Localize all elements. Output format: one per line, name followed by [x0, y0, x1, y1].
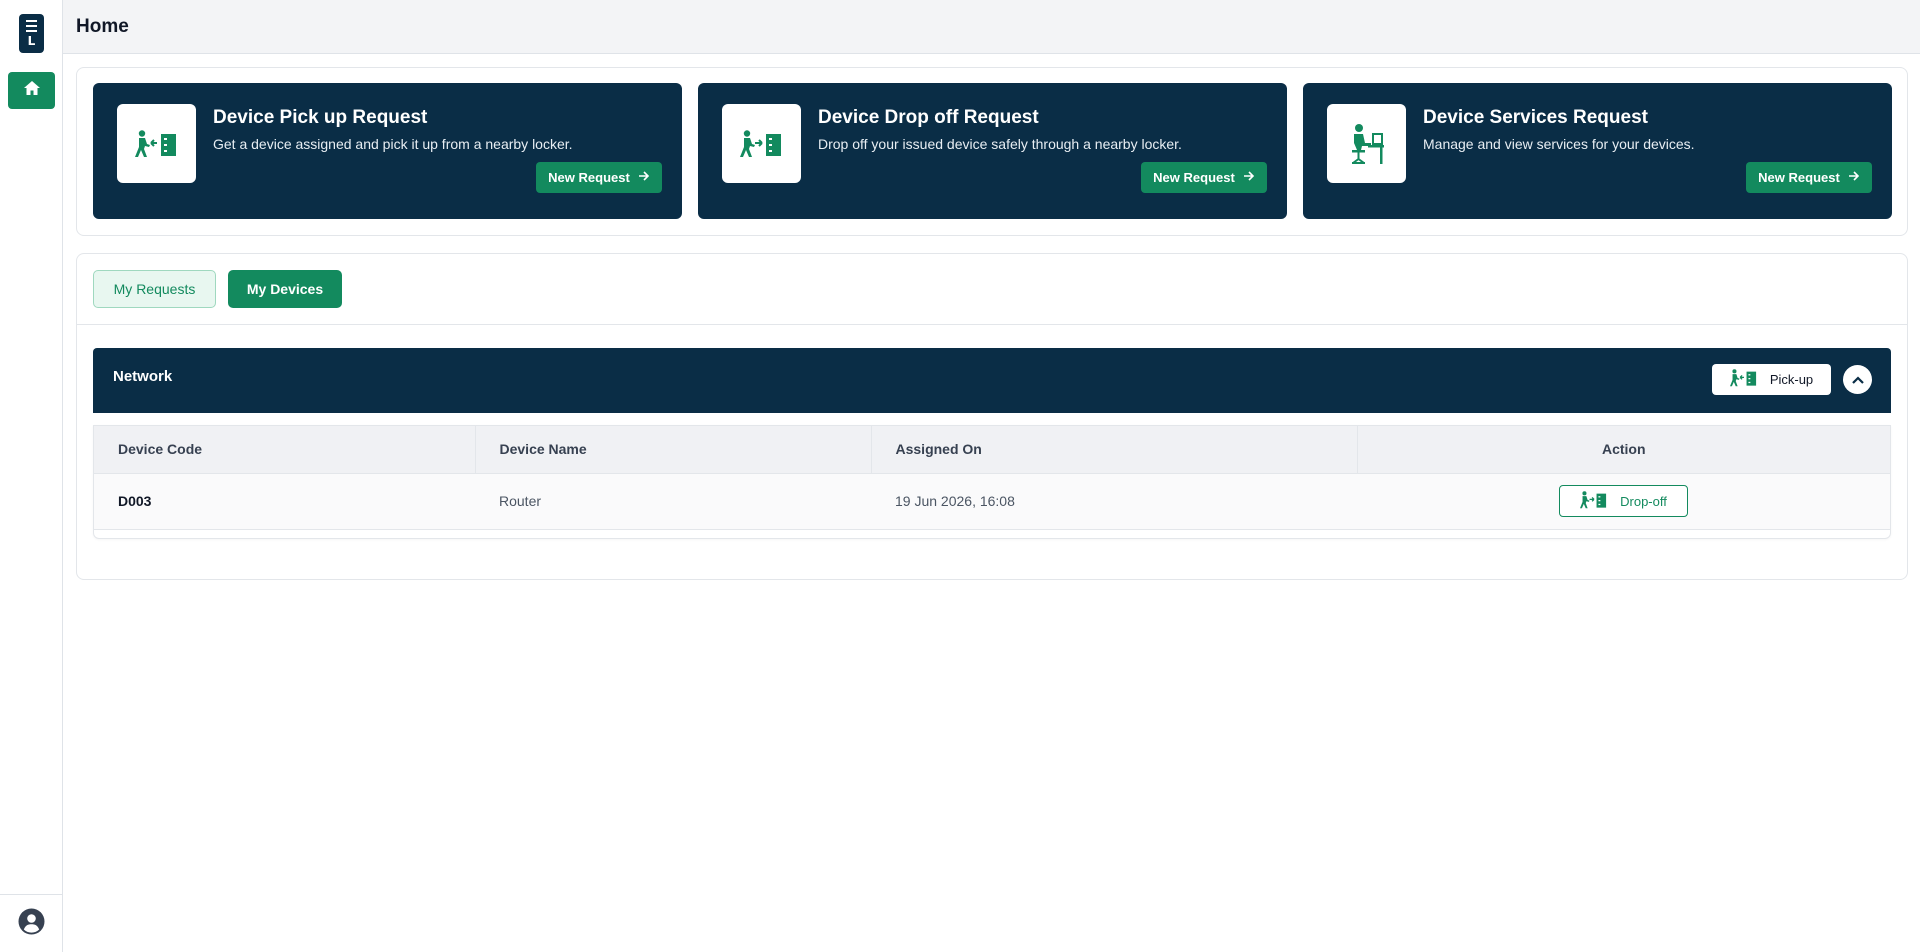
- sidebar: L: [0, 0, 63, 952]
- tab-my-requests[interactable]: My Requests: [93, 270, 216, 308]
- table-row: D003 Router 19 Jun 2026, 16:08 Drop-off: [94, 473, 1890, 529]
- dropoff-label: Drop-off: [1620, 493, 1667, 509]
- tab-my-devices[interactable]: My Devices: [228, 270, 342, 308]
- collapse-button[interactable]: [1843, 365, 1872, 394]
- arrow-right-icon: [638, 170, 650, 185]
- devices-panel: My Requests My Devices Network Pick-up D…: [76, 253, 1908, 580]
- new-services-request-button[interactable]: New Request: [1746, 162, 1872, 193]
- chevron-up-icon: [1851, 371, 1864, 389]
- column-header: Action: [1601, 441, 1646, 458]
- button-label: New Request: [548, 170, 630, 185]
- home-icon: [23, 80, 41, 101]
- card-title: Device Drop off Request: [818, 107, 1039, 128]
- device-code-cell: D003: [118, 493, 152, 509]
- app-logo[interactable]: L: [19, 14, 44, 53]
- pickup-locker-icon: [117, 104, 196, 183]
- pickup-label: Pick-up: [1769, 372, 1814, 387]
- card-description: Manage and view services for your device…: [1423, 136, 1695, 152]
- divider: [77, 324, 1907, 325]
- action-cell: Drop-off: [1357, 473, 1890, 529]
- user-menu-button[interactable]: [18, 908, 45, 940]
- desk-worker-icon: [1327, 104, 1406, 183]
- logo-letter: L: [27, 34, 36, 48]
- arrow-right-icon: [1243, 170, 1255, 185]
- new-pickup-request-button[interactable]: New Request: [536, 162, 662, 193]
- user-circle-icon: [18, 908, 45, 940]
- assigned-on-cell: 19 Jun 2026, 16:08: [895, 493, 1015, 509]
- sidebar-item-home[interactable]: [8, 72, 55, 109]
- group-title: Network: [113, 368, 173, 385]
- new-dropoff-request-button[interactable]: New Request: [1141, 162, 1267, 193]
- dropoff-locker-icon: [722, 104, 801, 183]
- request-cards-panel: Device Pick up Request Get a device assi…: [76, 67, 1908, 236]
- dropoff-locker-icon: [1580, 490, 1608, 512]
- card-dropoff-request: Device Drop off Request Drop off your is…: [698, 83, 1287, 219]
- card-pickup-request: Device Pick up Request Get a device assi…: [93, 83, 682, 219]
- arrow-right-icon: [1848, 170, 1860, 185]
- column-header: Device Code: [94, 426, 476, 473]
- devices-table: Device Code Device Name Assigned On Acti…: [93, 425, 1891, 539]
- top-bar: Home: [63, 0, 1920, 54]
- dropoff-button[interactable]: Drop-off: [1559, 485, 1688, 517]
- pickup-button[interactable]: Pick-up: [1712, 364, 1831, 395]
- card-title: Device Services Request: [1423, 107, 1648, 128]
- column-header: Assigned On: [871, 426, 1358, 473]
- device-name-cell: Router: [499, 493, 542, 509]
- button-label: New Request: [1153, 170, 1235, 185]
- card-description: Drop off your issued device safely throu…: [818, 136, 1182, 152]
- card-services-request: Device Services Request Manage and view …: [1303, 83, 1892, 219]
- table-header-row: Device Code Device Name Assigned On Acti…: [94, 426, 1890, 473]
- card-description: Get a device assigned and pick it up fro…: [213, 136, 573, 152]
- sidebar-footer: [0, 894, 63, 952]
- pickup-locker-icon: [1729, 369, 1758, 390]
- card-title: Device Pick up Request: [213, 107, 428, 128]
- page-title: Home: [76, 15, 129, 37]
- column-header: Device Name: [475, 426, 872, 473]
- button-label: New Request: [1758, 170, 1840, 185]
- group-header-network: Network Pick-up: [93, 348, 1891, 413]
- tab-bar: My Requests My Devices: [93, 270, 342, 308]
